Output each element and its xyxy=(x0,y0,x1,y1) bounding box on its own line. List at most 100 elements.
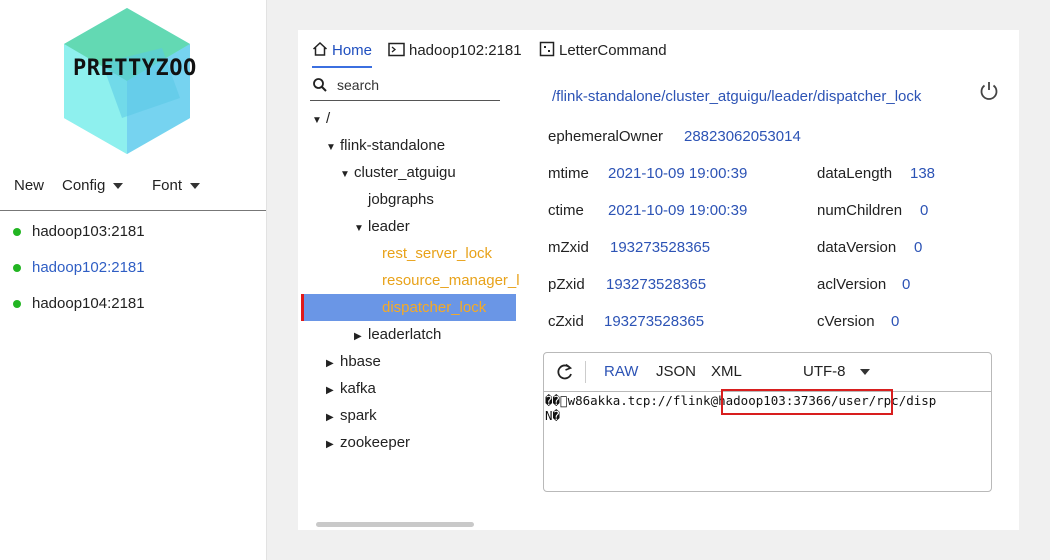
xml-format-button[interactable]: XML xyxy=(711,363,742,380)
tree-node-label: zookeeper xyxy=(340,434,411,451)
server-item-hadoop104[interactable]: hadoop104:2181 xyxy=(0,286,266,322)
left-panel: PRETTYZOO New Config Font hadoop103:2181… xyxy=(0,0,267,560)
acl-version-value: 0 xyxy=(902,276,911,293)
caret-right-icon: ▶ xyxy=(326,385,334,396)
tree-node-resource-manager-lock[interactable]: resource_manager_l xyxy=(382,267,520,294)
tree-node-label: dispatcher_lock xyxy=(382,299,487,316)
data-version-value: 0 xyxy=(914,239,923,256)
tree-node-leaderlatch[interactable]: ▶ leaderlatch xyxy=(354,321,441,348)
search-icon xyxy=(313,78,327,92)
czxid-label: cZxid xyxy=(548,313,584,330)
tab-lettercommand[interactable]: LetterCommand xyxy=(539,38,667,66)
tree-node-label: jobgraphs xyxy=(368,191,434,208)
tree-node-hbase[interactable]: ▶ hbase xyxy=(326,348,381,375)
data-length-label: dataLength xyxy=(817,165,893,182)
caret-down-icon: ▼ xyxy=(354,223,364,234)
config-menu-label: Config xyxy=(62,177,106,194)
mzxid-label: mZxid xyxy=(548,239,589,256)
acl-version-label: aclVersion xyxy=(817,276,887,293)
node-path: /flink-standalone/cluster_atguigu/leader… xyxy=(552,88,922,105)
mtime-value: 2021-10-09 19:00:39 xyxy=(608,165,748,182)
tree-node-label: hbase xyxy=(340,353,381,370)
mzxid-value: 193273528365 xyxy=(610,239,711,256)
c-version-value: 0 xyxy=(891,313,900,330)
num-children-label: numChildren xyxy=(817,202,903,219)
tree-node-spark[interactable]: ▶ spark xyxy=(326,402,377,429)
tree-node-label: rest_server_lock xyxy=(382,245,493,262)
caret-down-icon: ▼ xyxy=(326,142,336,153)
tab-hadoop102[interactable]: hadoop102:2181 xyxy=(388,38,522,66)
encoding-select-label: UTF-8 xyxy=(803,363,846,380)
tree-node-jobgraphs[interactable]: jobgraphs xyxy=(368,186,434,213)
tab-hadoop102-label: hadoop102:2181 xyxy=(409,42,522,59)
server-label: hadoop103:2181 xyxy=(32,223,145,240)
tab-home[interactable]: Home xyxy=(312,38,373,68)
caret-right-icon: ▶ xyxy=(326,412,334,423)
power-icon xyxy=(980,82,998,100)
command-icon xyxy=(539,41,555,57)
json-format-button[interactable]: JSON xyxy=(656,363,696,380)
tree-node-label: flink-standalone xyxy=(340,137,446,154)
chevron-down-icon xyxy=(859,369,870,376)
font-menu-label: Font xyxy=(152,177,183,194)
status-dot-icon xyxy=(13,300,21,308)
data-length-value: 138 xyxy=(910,165,936,182)
encoding-select[interactable]: UTF-8 xyxy=(803,363,870,380)
ctime-value: 2021-10-09 19:00:39 xyxy=(608,202,748,219)
chevron-down-icon xyxy=(113,183,124,190)
tree-node-label: / xyxy=(326,110,331,127)
toolbar-divider xyxy=(585,361,586,383)
num-children-value: 0 xyxy=(920,202,929,219)
new-menu[interactable]: New xyxy=(14,177,44,194)
ephemeral-owner-value: 28823062053014 xyxy=(684,128,801,145)
pzxid-label: pZxid xyxy=(548,276,585,293)
config-menu[interactable]: Config xyxy=(62,177,124,194)
raw-format-button[interactable]: RAW xyxy=(604,363,638,380)
tree-node-label: kafka xyxy=(340,380,376,397)
tree-node-dispatcher-lock[interactable]: dispatcher_lock xyxy=(382,294,486,321)
tree-node-rest-server-lock[interactable]: rest_server_lock xyxy=(382,240,492,267)
refresh-icon xyxy=(557,363,573,380)
search-input[interactable] xyxy=(335,73,499,97)
tree-node-flink-standalone[interactable]: ▼ flink-standalone xyxy=(326,132,445,159)
tree-node-root[interactable]: ▼ / xyxy=(312,105,330,132)
font-menu[interactable]: Font xyxy=(152,177,201,194)
tree-node-label: cluster_atguigu xyxy=(354,164,456,181)
home-icon xyxy=(312,41,328,56)
prettyzoo-logo: PRETTYZOO xyxy=(62,8,196,154)
tree-node-label: spark xyxy=(340,407,377,424)
annotation-highlight-box xyxy=(721,389,893,415)
tree-node-label: leaderlatch xyxy=(368,326,442,343)
tree-node-leader[interactable]: ▼ leader xyxy=(354,213,410,240)
hexagon-logo-icon xyxy=(64,8,190,154)
status-dot-icon xyxy=(13,264,21,272)
caret-right-icon: ▶ xyxy=(354,331,362,342)
tree-node-label: leader xyxy=(368,218,410,235)
caret-right-icon: ▶ xyxy=(326,439,334,450)
server-label: hadoop102:2181 xyxy=(32,259,145,276)
menu-bar: New Config Font xyxy=(0,170,266,211)
tree-node-label: resource_manager_l xyxy=(382,272,520,289)
caret-down-icon: ▼ xyxy=(340,169,350,180)
caret-right-icon: ▶ xyxy=(326,358,334,369)
terminal-icon xyxy=(388,42,405,57)
tree-node-zookeeper[interactable]: ▶ zookeeper xyxy=(326,429,410,456)
server-item-hadoop102[interactable]: hadoop102:2181 xyxy=(0,250,266,286)
ephemeral-owner-label: ephemeralOwner xyxy=(548,128,664,145)
refresh-button[interactable] xyxy=(556,362,574,386)
server-label: hadoop104:2181 xyxy=(32,295,145,312)
chevron-down-icon xyxy=(190,183,201,190)
search-box xyxy=(310,70,500,101)
viewer-toolbar: RAW JSON XML UTF-8 xyxy=(544,353,991,392)
horizontal-scrollbar[interactable] xyxy=(316,522,474,527)
server-detail-card: Home hadoop102:2181 LetterCommand ▼/ ▼fl… xyxy=(298,30,1019,530)
tab-lettercommand-label: LetterCommand xyxy=(559,42,667,59)
status-dot-icon xyxy=(13,228,21,236)
data-version-label: dataVersion xyxy=(817,239,897,256)
czxid-value: 193273528365 xyxy=(604,313,705,330)
server-item-hadoop103[interactable]: hadoop103:2181 xyxy=(0,214,266,250)
disconnect-button[interactable] xyxy=(978,80,1000,107)
tree-node-cluster-atguigu[interactable]: ▼ cluster_atguigu xyxy=(340,159,456,186)
tree-node-kafka[interactable]: ▶ kafka xyxy=(326,375,376,402)
mtime-label: mtime xyxy=(548,165,589,182)
